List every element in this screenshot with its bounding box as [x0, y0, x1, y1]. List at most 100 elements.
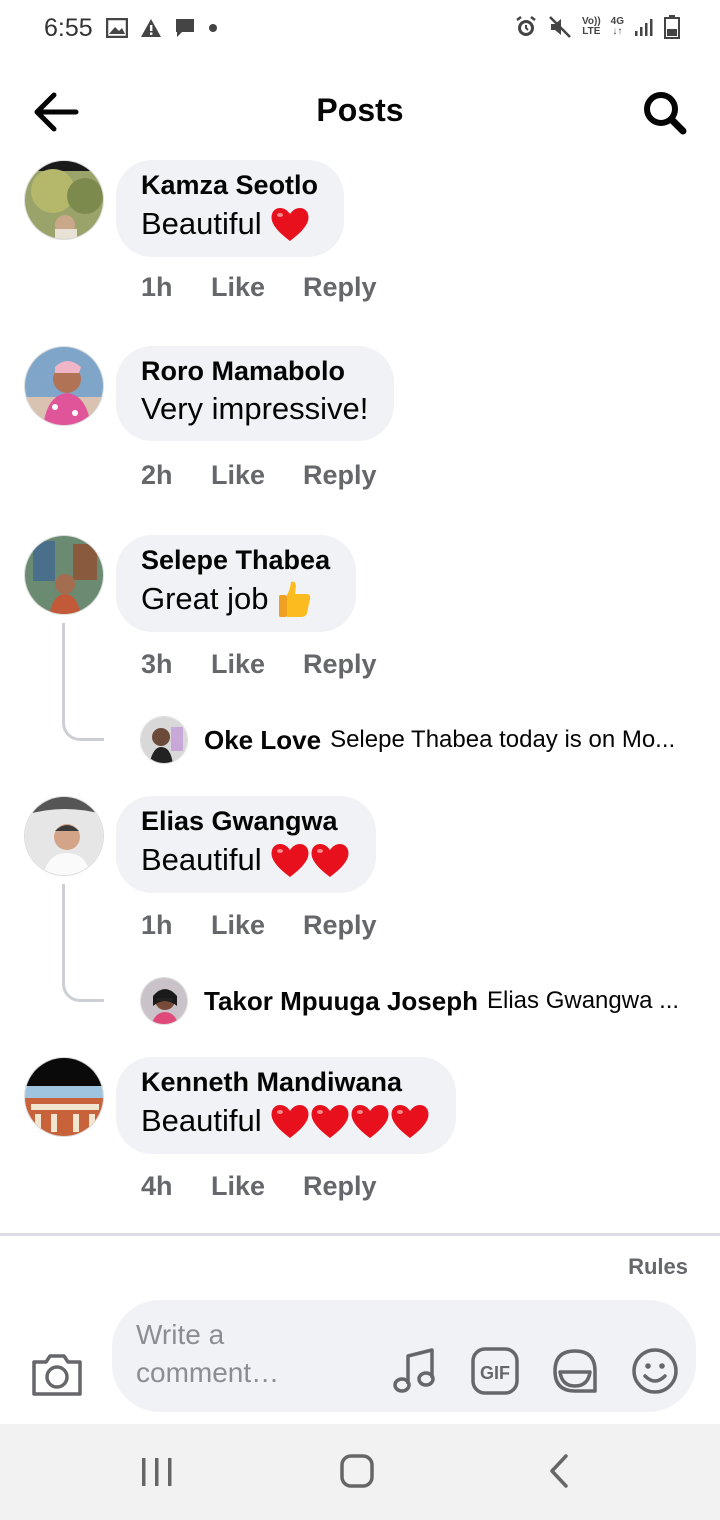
- comment-text: Great job: [141, 581, 269, 616]
- comment-time: 4h: [141, 1171, 173, 1201]
- comment-text: Very impressive!: [141, 391, 369, 426]
- home-icon: [340, 1454, 374, 1488]
- comment-author[interactable]: Selepe Thabea: [141, 545, 330, 576]
- message-notification-icon: [176, 19, 194, 37]
- sticker-button[interactable]: [550, 1346, 600, 1396]
- comment-bubble[interactable]: Kamza Seotlo Beautiful: [116, 160, 345, 257]
- comment-time: 1h: [141, 910, 173, 940]
- comment-actions: 1h Like Reply: [141, 910, 377, 941]
- back-nav-button[interactable]: [538, 1452, 584, 1492]
- battery-icon: [664, 15, 680, 39]
- gif-button[interactable]: GIF: [470, 1346, 520, 1396]
- reply-preview[interactable]: Oke Love Selepe Thabea today is on Mo...: [140, 715, 700, 765]
- comment-text: Beautiful: [141, 206, 262, 241]
- network-type-indicator: 4G ↓↑: [610, 16, 624, 37]
- emoji-group: [270, 1102, 430, 1140]
- composer-divider: [0, 1233, 720, 1236]
- avatar[interactable]: [24, 535, 104, 615]
- comment-author[interactable]: Roro Mamabolo: [141, 356, 368, 387]
- reply-thread-line: [62, 623, 104, 741]
- comment-time: 2h: [141, 460, 173, 490]
- app-header: Posts: [0, 70, 720, 154]
- system-navigation-bar: [0, 1424, 720, 1520]
- more-notifications-dot-icon: [209, 24, 217, 32]
- red-heart-emoji-icon: [311, 843, 349, 877]
- chevron-left-icon: [550, 1454, 568, 1488]
- avatar[interactable]: [24, 346, 104, 426]
- search-icon: [644, 92, 687, 135]
- comment-composer: GIF: [112, 1300, 696, 1412]
- status-bar: 6:55 Vo)) LTE 4G ↓↑: [0, 0, 720, 60]
- sticker-icon: [553, 1349, 597, 1393]
- page-title: Posts: [316, 92, 404, 128]
- red-heart-emoji-icon: [391, 1104, 429, 1138]
- red-heart-emoji-icon: [351, 1104, 389, 1138]
- reply-button[interactable]: Reply: [303, 460, 377, 491]
- comment-bubble[interactable]: Elias Gwangwa Beautiful: [116, 796, 376, 893]
- system-icons: Vo)) LTE 4G ↓↑: [514, 15, 680, 39]
- reply-avatar: [140, 977, 188, 1025]
- camera-button[interactable]: [30, 1352, 84, 1398]
- alarm-icon: [516, 16, 536, 36]
- comment-actions: 1h Like Reply: [141, 272, 377, 303]
- comment-input[interactable]: [136, 1316, 336, 1396]
- like-button[interactable]: Like: [211, 272, 303, 303]
- camera-icon: [32, 1354, 82, 1396]
- recent-apps-icon: [142, 1458, 172, 1486]
- reply-button[interactable]: Reply: [303, 1171, 377, 1202]
- notification-icons: [106, 17, 218, 39]
- like-button[interactable]: Like: [211, 1171, 303, 1202]
- search-button[interactable]: [642, 90, 688, 136]
- red-heart-emoji-icon: [271, 843, 309, 877]
- like-button[interactable]: Like: [211, 910, 303, 941]
- mute-icon: [549, 16, 571, 38]
- avatar[interactable]: [24, 796, 104, 876]
- comment-bubble[interactable]: Roro Mamabolo Very impressive!: [116, 346, 395, 441]
- comment-actions: 2h Like Reply: [141, 460, 377, 491]
- comment-text: Beautiful: [141, 842, 262, 877]
- gallery-notification-icon: [106, 18, 128, 38]
- back-button[interactable]: [30, 90, 82, 134]
- reply-text: Selepe Thabea today is on Mo...: [330, 726, 676, 753]
- comment-author[interactable]: Elias Gwangwa: [141, 806, 350, 837]
- red-heart-emoji-icon: [271, 1104, 309, 1138]
- volte-indicator: Vo)) LTE: [581, 16, 601, 37]
- reply-preview[interactable]: Takor Mpuuga Joseph Elias Gwangwa ...: [140, 976, 700, 1026]
- comment-bubble[interactable]: Selepe Thabea Great job: [116, 535, 357, 632]
- comment-actions: 3h Like Reply: [141, 649, 377, 680]
- gif-icon: GIF: [471, 1347, 519, 1395]
- status-time: 6:55: [44, 14, 93, 42]
- reply-button[interactable]: Reply: [303, 910, 377, 941]
- music-note-icon: [393, 1348, 435, 1393]
- comment-actions: 4h Like Reply: [141, 1171, 377, 1202]
- reply-text: Elias Gwangwa ...: [487, 987, 680, 1014]
- signal-strength-icon: [635, 19, 653, 36]
- emoji-group: [270, 205, 310, 243]
- comment-time: 1h: [141, 272, 173, 302]
- reply-thread-line: [62, 884, 104, 1002]
- emoji-button[interactable]: [630, 1346, 680, 1396]
- like-button[interactable]: Like: [211, 649, 303, 680]
- avatar[interactable]: [24, 1057, 104, 1137]
- recent-apps-button[interactable]: [134, 1452, 180, 1492]
- home-button[interactable]: [334, 1452, 380, 1492]
- emoji-group: [270, 841, 350, 879]
- avatar[interactable]: [24, 160, 104, 240]
- comment-text: Beautiful: [141, 1103, 262, 1138]
- comments-list: Kamza Seotlo Beautiful 1h Like Reply Ror…: [0, 160, 720, 1234]
- comment-author[interactable]: Kenneth Mandiwana: [141, 1067, 430, 1098]
- comment-author[interactable]: Kamza Seotlo: [141, 170, 318, 201]
- red-heart-emoji-icon: [271, 207, 309, 241]
- warning-notification-icon: [141, 19, 161, 37]
- reply-button[interactable]: Reply: [303, 649, 377, 680]
- music-button[interactable]: [390, 1346, 440, 1396]
- arrow-left-icon: [34, 92, 79, 132]
- rules-link[interactable]: Rules: [628, 1254, 688, 1280]
- comment-time: 3h: [141, 649, 173, 679]
- reply-author: Takor Mpuuga Joseph: [204, 985, 478, 1016]
- like-button[interactable]: Like: [211, 460, 303, 491]
- reply-button[interactable]: Reply: [303, 272, 377, 303]
- red-heart-emoji-icon: [311, 1104, 349, 1138]
- comment-bubble[interactable]: Kenneth Mandiwana Beautiful: [116, 1057, 456, 1154]
- gif-label: GIF: [480, 1363, 510, 1383]
